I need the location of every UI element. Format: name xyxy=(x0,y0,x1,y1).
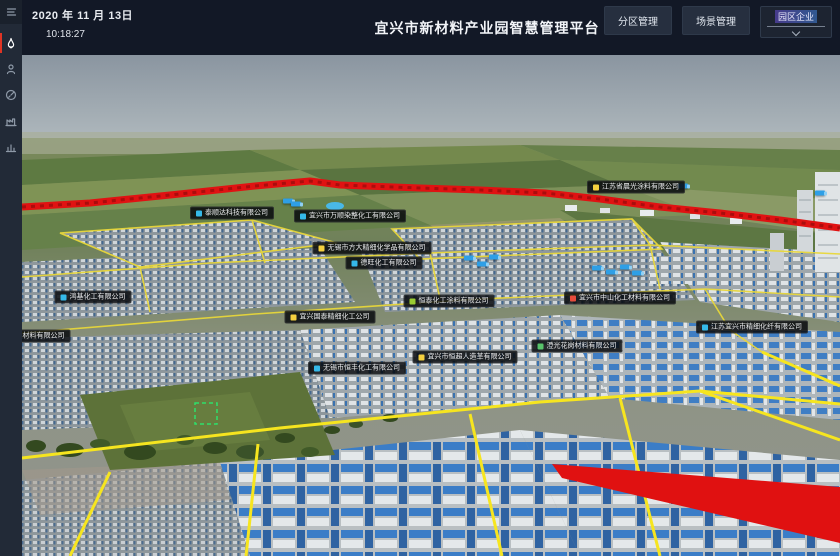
topbar: 2020 年 11 月 13日 10:18:27 宜兴市新材料产业园智慧管理平台… xyxy=(22,0,840,55)
current-time: 10:18:27 xyxy=(46,29,133,40)
company-name: 宜兴国泰精细化工公司 xyxy=(300,314,370,321)
company-marker-icon xyxy=(702,324,708,330)
truck-icon[interactable] xyxy=(464,256,474,261)
company-name: 江苏省晨光涂料有限公司 xyxy=(602,184,679,191)
company-label[interactable]: 鸿基化工有限公司 xyxy=(55,291,132,304)
company-marker-icon xyxy=(319,245,325,251)
scene-management-button[interactable]: 场景管理 xyxy=(682,6,750,35)
company-name: 德旺化工有限公司 xyxy=(361,260,417,267)
company-name: 江苏宜兴市精细化纤有限公司 xyxy=(711,324,802,331)
sidebar-item-menu[interactable] xyxy=(0,0,22,24)
truck-icon[interactable] xyxy=(815,191,825,196)
page-title: 宜兴市新材料产业园智慧管理平台 xyxy=(375,18,600,38)
header-actions: 分区管理 场景管理 园区企业 xyxy=(604,6,832,38)
company-marker-icon xyxy=(300,213,306,219)
company-label[interactable]: 澄光花岗材料有限公司 xyxy=(532,340,623,353)
truck-icon[interactable] xyxy=(606,270,616,275)
sidebar-item-user[interactable] xyxy=(0,56,22,82)
company-marker-icon xyxy=(291,314,297,320)
company-label[interactable]: 宜兴市恒超人造革有限公司 xyxy=(413,351,518,364)
company-label[interactable]: 泰顺达科技有限公司 xyxy=(190,207,274,220)
chevron-down-icon xyxy=(792,28,800,36)
park-enterprise-dropdown[interactable]: 园区企业 xyxy=(760,6,832,38)
company-marker-icon xyxy=(410,298,416,304)
app-window: 泰顺达科技有限公司 宜兴市万顺染整化工有限公司 江苏省晨光涂料有限公司 无锡市方… xyxy=(0,0,840,556)
map-3d-scene[interactable]: 泰顺达科技有限公司 宜兴市万顺染整化工有限公司 江苏省晨光涂料有限公司 无锡市方… xyxy=(0,0,840,556)
company-marker-icon xyxy=(570,295,576,301)
company-label[interactable]: 江苏宜兴市精细化纤有限公司 xyxy=(696,321,808,334)
company-label[interactable]: 恒泰化工涂料有限公司 xyxy=(404,295,495,308)
truck-icon[interactable] xyxy=(592,266,602,271)
datetime: 2020 年 11 月 13日 10:18:27 xyxy=(32,7,133,40)
company-marker-icon xyxy=(593,184,599,190)
bar-chart-icon xyxy=(5,141,17,153)
zone-management-button[interactable]: 分区管理 xyxy=(604,6,672,35)
person-icon xyxy=(5,63,17,75)
company-marker-icon xyxy=(419,354,425,360)
sidebar-item-monitor[interactable] xyxy=(0,82,22,108)
company-name: 宜兴市中山化工材料有限公司 xyxy=(579,295,670,302)
company-marker-icon xyxy=(352,260,358,266)
company-label[interactable]: 江苏省晨光涂料有限公司 xyxy=(587,181,685,194)
sidebar-item-factory[interactable] xyxy=(0,108,22,134)
company-name: 宜兴市万顺染整化工有限公司 xyxy=(309,213,400,220)
company-name: 无锡市方大精细化学品有限公司 xyxy=(328,245,426,252)
flame-icon xyxy=(5,37,17,50)
factory-icon xyxy=(5,115,17,127)
company-name: 宜兴市恒超人造革有限公司 xyxy=(428,354,512,361)
truck-icon[interactable] xyxy=(632,271,642,276)
company-marker-icon xyxy=(538,343,544,349)
company-label[interactable]: 无锡市方大精细化学品有限公司 xyxy=(313,242,432,255)
dropdown-selected-value: 园区企业 xyxy=(775,10,817,23)
sidebar-item-fire[interactable] xyxy=(0,30,22,56)
company-marker-icon xyxy=(314,365,320,371)
truck-icon[interactable] xyxy=(477,262,487,267)
sidebar-item-stats[interactable] xyxy=(0,134,22,160)
truck-icon[interactable] xyxy=(291,202,301,207)
company-name: 恒泰化工涂料有限公司 xyxy=(419,298,489,305)
company-name: 泰顺达科技有限公司 xyxy=(205,210,268,217)
company-marker-icon xyxy=(196,210,202,216)
company-name: 无锡市恒丰化工有限公司 xyxy=(323,365,400,372)
company-marker-icon xyxy=(61,294,67,300)
hamburger-icon xyxy=(5,6,18,18)
current-date: 2020 年 11 月 13日 xyxy=(32,7,133,23)
truck-icon[interactable] xyxy=(620,265,630,270)
company-name: 鸿基化工有限公司 xyxy=(70,294,126,301)
company-name: 澄光花岗材料有限公司 xyxy=(547,343,617,350)
truck-icon[interactable] xyxy=(489,255,499,260)
company-label[interactable]: 宜兴国泰精细化工公司 xyxy=(285,311,376,324)
sidebar xyxy=(0,0,22,556)
company-label[interactable]: 无锡市恒丰化工有限公司 xyxy=(308,362,406,375)
map-render xyxy=(0,0,840,556)
company-label[interactable]: 宜兴市中山化工材料有限公司 xyxy=(564,292,676,305)
gauge-icon xyxy=(5,89,17,101)
company-label[interactable]: 宜兴市万顺染整化工有限公司 xyxy=(294,210,406,223)
company-label[interactable]: 德旺化工有限公司 xyxy=(346,257,423,270)
